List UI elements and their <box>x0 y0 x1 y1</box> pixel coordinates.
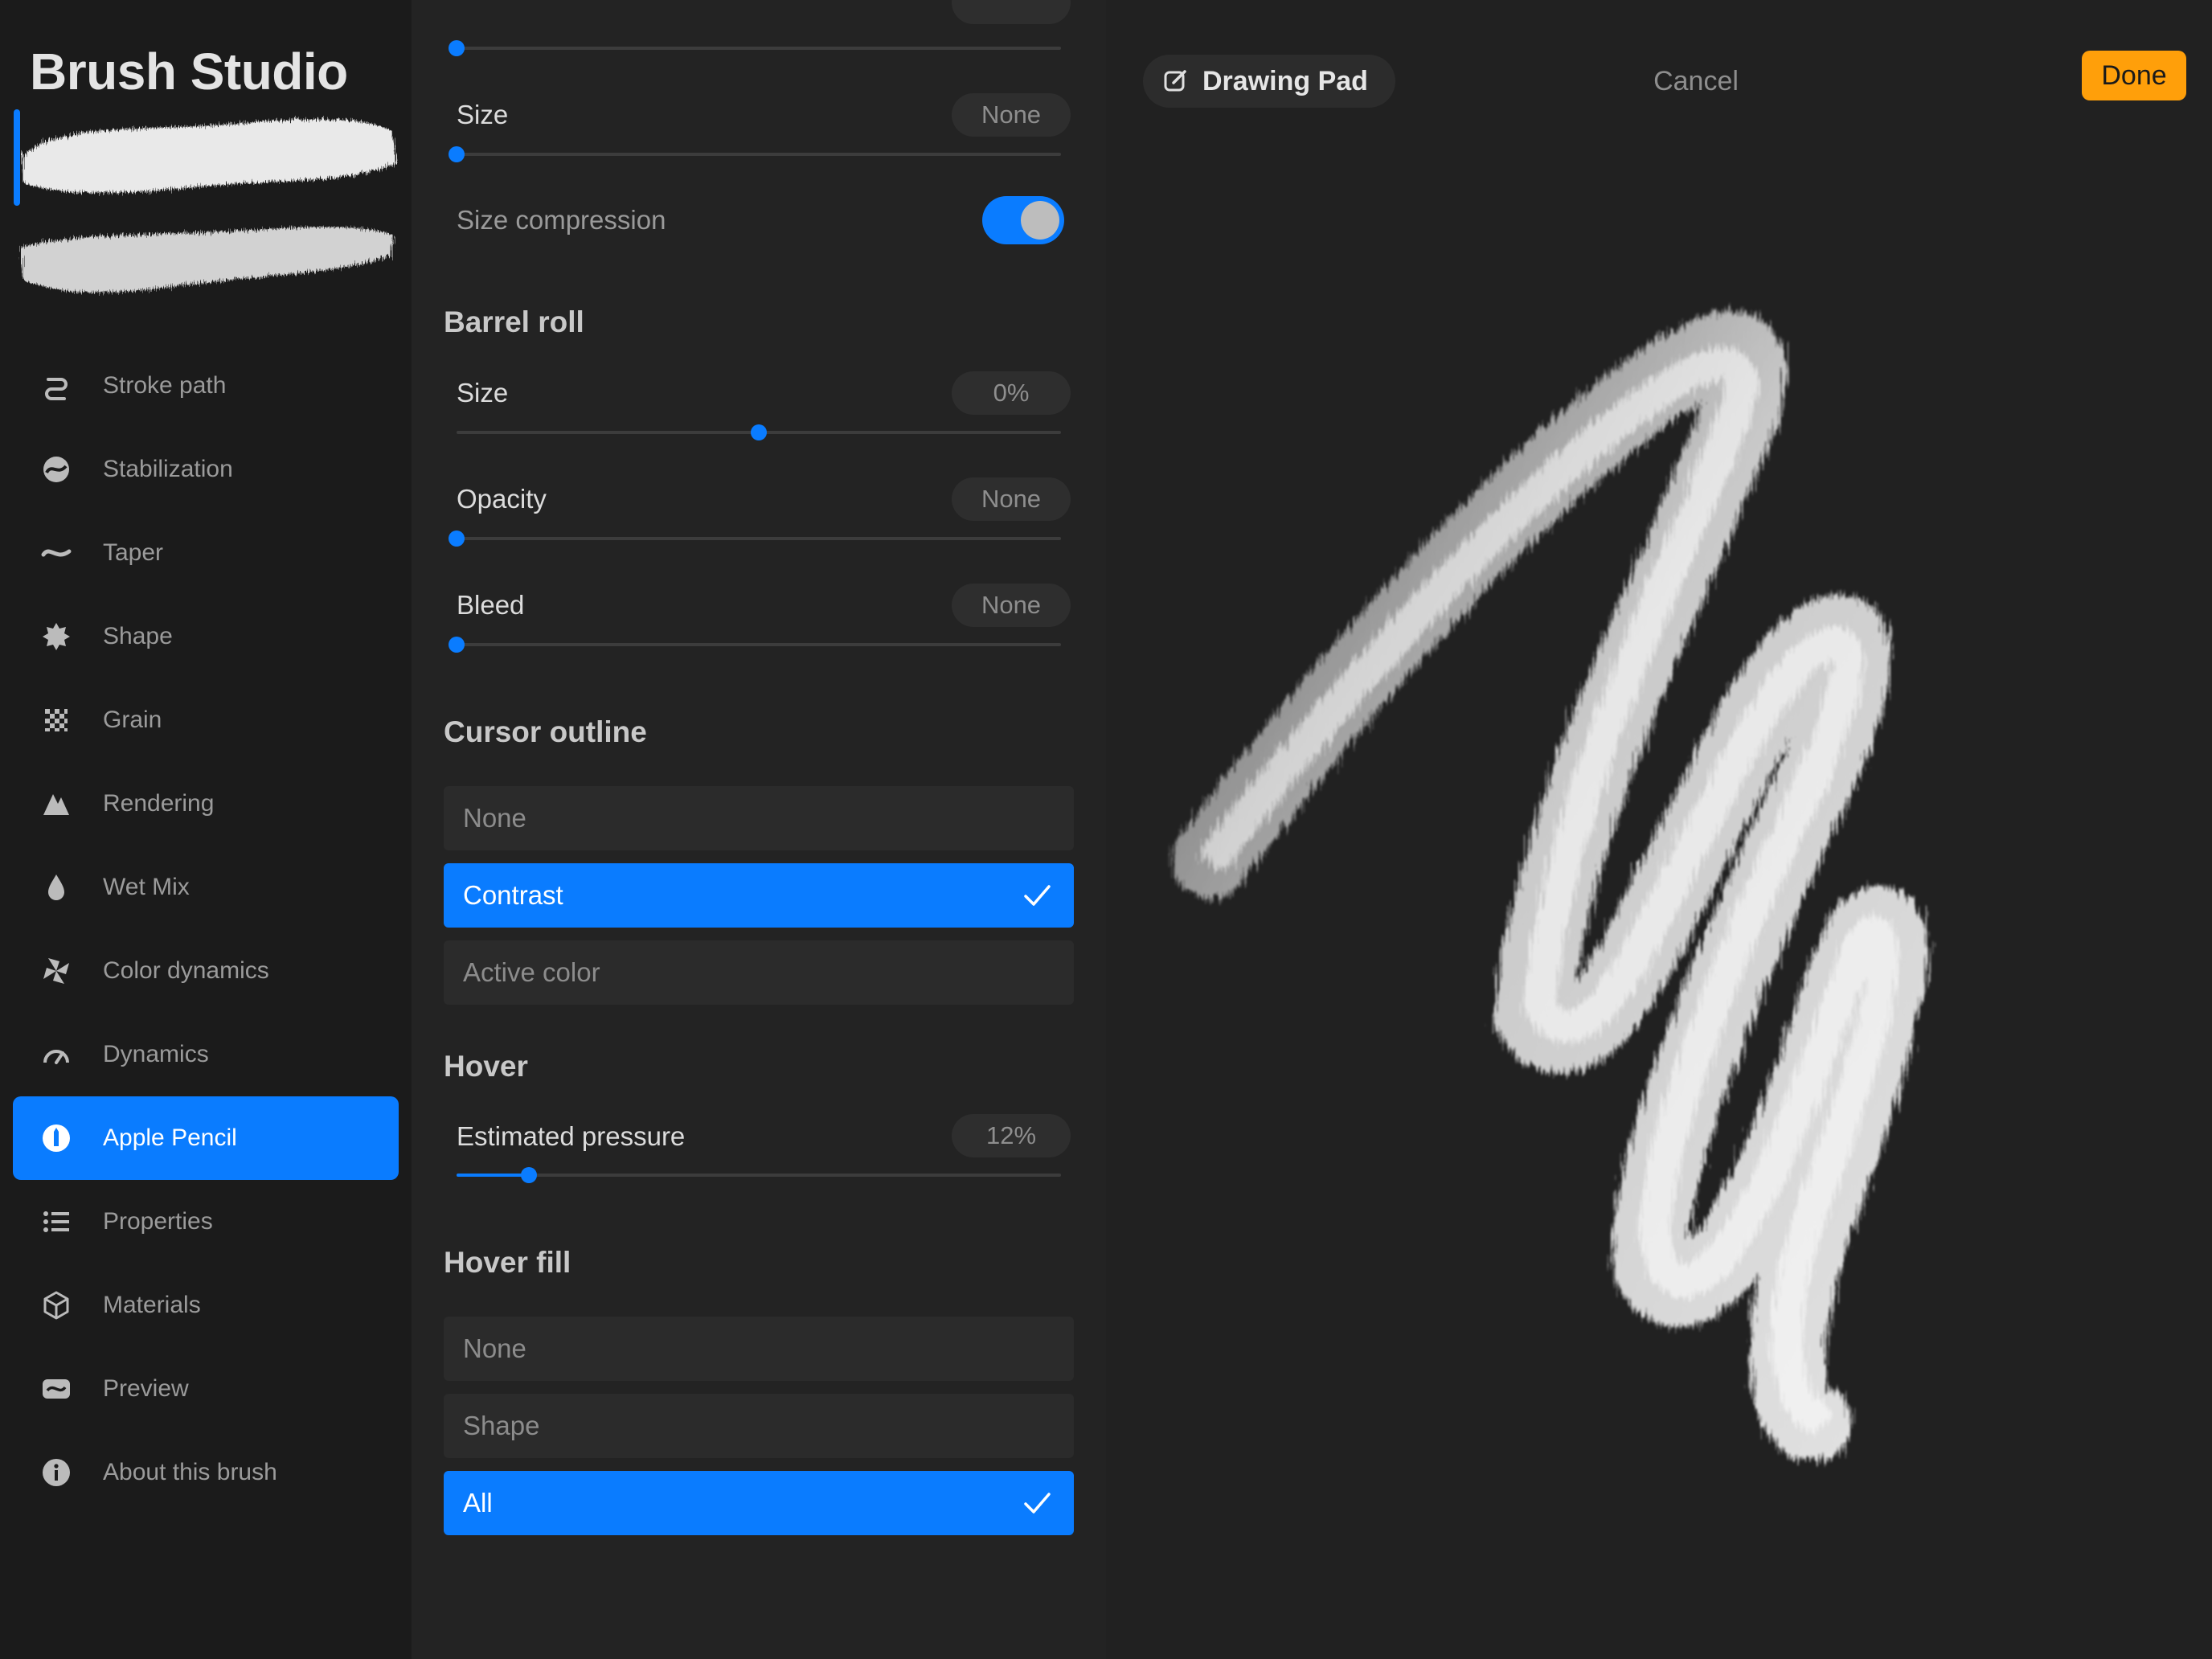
sidebar-item-label: Wet Mix <box>103 874 190 900</box>
sidebar-item-label: Grain <box>103 707 162 733</box>
sidebar-item-materials[interactable]: Materials <box>13 1264 399 1347</box>
color-dynamics-icon <box>39 953 74 989</box>
estimated-pressure-value[interactable]: 12% <box>952 1114 1071 1157</box>
barrel-opacity-value[interactable]: None <box>952 477 1071 521</box>
barrel-roll-title: Barrel roll <box>444 305 584 338</box>
brush-preview-secondary[interactable] <box>14 207 400 304</box>
size-compression-toggle[interactable] <box>982 196 1064 244</box>
hover-fill-option-none[interactable]: None <box>444 1317 1074 1381</box>
size-slider[interactable] <box>449 146 1061 162</box>
size-value[interactable]: None <box>952 93 1071 137</box>
sidebar-item-label: Taper <box>103 539 164 566</box>
sidebar-item-stroke-path[interactable]: Stroke path <box>13 344 399 428</box>
slider-knob[interactable] <box>449 530 465 547</box>
brush-preview-primary[interactable] <box>14 107 400 203</box>
sidebar-item-label: Rendering <box>103 790 215 817</box>
sidebar-item-label: Preview <box>103 1375 189 1402</box>
sidebar-item-label: Color dynamics <box>103 957 269 984</box>
sidebar-item-label: Stabilization <box>103 456 233 482</box>
option-label: None <box>463 1333 526 1363</box>
sidebar-item-label: Properties <box>103 1208 213 1235</box>
slider-knob[interactable] <box>449 146 465 162</box>
cursor-outline-option-active-color[interactable]: Active color <box>444 940 1074 1005</box>
dynamics-icon <box>39 1037 74 1072</box>
sidebar-item-dynamics[interactable]: Dynamics <box>13 1013 399 1096</box>
sidebar-item-label: Stroke path <box>103 372 227 399</box>
sidebar-item-shape[interactable]: Shape <box>13 595 399 678</box>
option-label: All <box>463 1488 493 1518</box>
hover-fill-title: Hover fill <box>444 1246 571 1279</box>
sidebar-item-properties[interactable]: Properties <box>13 1180 399 1264</box>
hover-fill-option-all[interactable]: All <box>444 1471 1074 1535</box>
cursor-outline-option-contrast[interactable]: Contrast <box>444 863 1074 928</box>
option-label: Active color <box>463 957 600 987</box>
slider-knob[interactable] <box>521 1167 538 1183</box>
sidebar-item-wet-mix[interactable]: Wet Mix <box>13 846 399 929</box>
option-label: Contrast <box>463 880 563 910</box>
preview-icon <box>39 1371 74 1407</box>
size-compression-label: Size compression <box>457 205 666 235</box>
hover-fill-option-shape[interactable]: Shape <box>444 1394 1074 1458</box>
sidebar-item-apple-pencil[interactable]: Apple Pencil <box>13 1096 399 1180</box>
apple-pencil-icon <box>39 1120 74 1156</box>
size-label: Size <box>457 100 509 129</box>
brush-stroke-preview <box>1172 311 1928 1461</box>
top-slider[interactable] <box>449 40 1061 56</box>
sidebar-item-color-dynamics[interactable]: Color dynamics <box>13 929 399 1013</box>
checkmark-icon <box>1024 1493 1051 1514</box>
cursor-outline-title: Cursor outline <box>444 715 647 748</box>
sidebar-item-label: Materials <box>103 1292 201 1318</box>
info-icon <box>39 1455 74 1490</box>
slider-knob[interactable] <box>751 424 767 440</box>
taper-icon <box>39 535 74 571</box>
barrel-size-label: Size <box>457 378 509 408</box>
barrel-bleed-label: Bleed <box>457 590 525 620</box>
sidebar-item-label: About this brush <box>103 1459 277 1485</box>
barrel-size-value[interactable]: 0% <box>952 371 1071 415</box>
rendering-icon <box>39 786 74 821</box>
sidebar-item-label: Shape <box>103 623 173 649</box>
stroke-path-icon <box>39 368 74 403</box>
sidebar-item-stabilization[interactable]: Stabilization <box>13 428 399 511</box>
barrel-bleed-slider[interactable] <box>449 637 1061 653</box>
grain-icon <box>39 703 74 738</box>
sidebar-item-taper[interactable]: Taper <box>13 511 399 595</box>
sidebar: Brush Studio Stroke path Stabilization Tap… <box>0 0 412 1659</box>
sidebar-item-label: Dynamics <box>103 1041 209 1067</box>
app-title: Brush Studio <box>30 43 348 100</box>
option-label: None <box>463 803 526 833</box>
stabilization-icon <box>39 452 74 487</box>
sidebar-item-about-this-brush[interactable]: About this brush <box>13 1431 399 1514</box>
wet-mix-icon <box>39 870 74 905</box>
sidebar-item-grain[interactable]: Grain <box>13 678 399 762</box>
slider-knob[interactable] <box>449 637 465 653</box>
top-value-pill[interactable] <box>952 0 1071 24</box>
checkmark-icon <box>1024 885 1051 906</box>
barrel-opacity-slider[interactable] <box>449 530 1061 547</box>
estimated-pressure-label: Estimated pressure <box>457 1121 686 1151</box>
sidebar-item-rendering[interactable]: Rendering <box>13 762 399 846</box>
estimated-pressure-slider[interactable] <box>457 1167 1061 1183</box>
settings-panel: Size None Size compression Barrel roll S… <box>412 0 1106 1659</box>
cursor-outline-option-none[interactable]: None <box>444 786 1074 850</box>
sidebar-item-label: Apple Pencil <box>103 1124 237 1151</box>
barrel-bleed-value[interactable]: None <box>952 584 1071 627</box>
option-label: Shape <box>463 1411 540 1440</box>
materials-icon <box>39 1288 74 1323</box>
hover-title: Hover <box>444 1050 528 1083</box>
slider-knob[interactable] <box>449 40 465 56</box>
sidebar-item-preview[interactable]: Preview <box>13 1347 399 1431</box>
properties-icon <box>39 1204 74 1239</box>
shape-icon <box>39 619 74 654</box>
barrel-opacity-label: Opacity <box>457 484 547 514</box>
barrel-size-slider[interactable] <box>457 424 1061 440</box>
